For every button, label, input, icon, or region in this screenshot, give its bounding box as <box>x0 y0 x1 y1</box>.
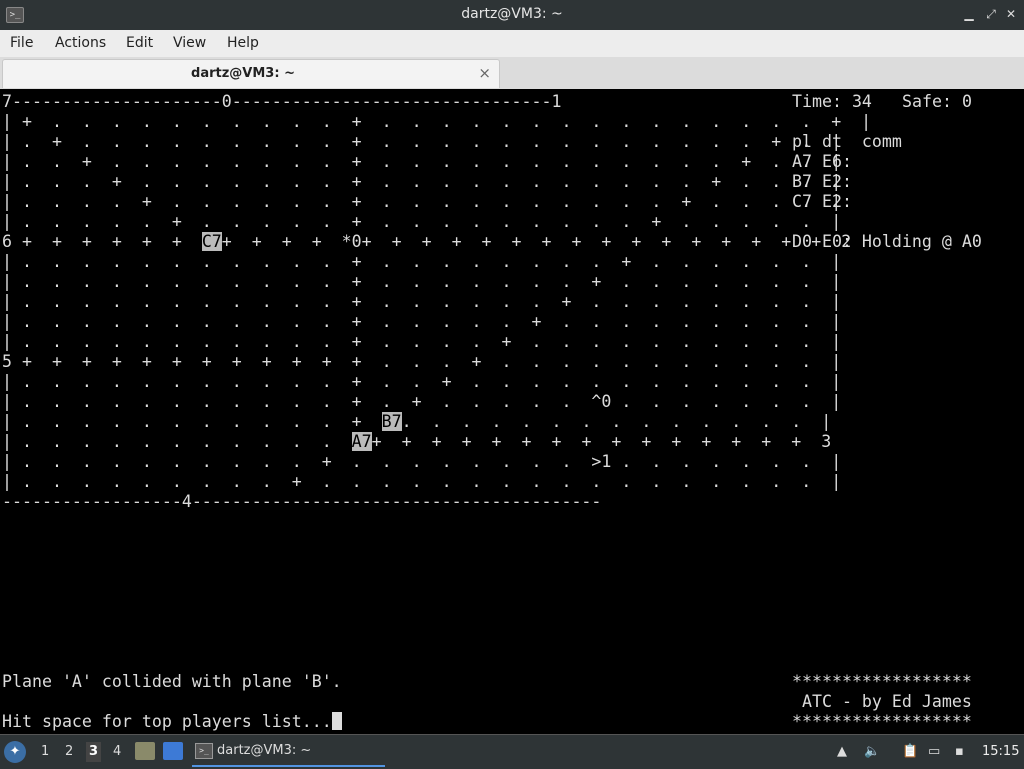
board-row: | . . . . . . . . . . . + B7. . . . . . … <box>2 412 832 431</box>
menu-file[interactable]: File <box>10 35 33 51</box>
menu-edit[interactable]: Edit <box>126 35 153 51</box>
prompt-line: Hit space for top players list... <box>2 712 342 732</box>
show-desktop-icon[interactable] <box>163 742 183 760</box>
board-row: | . . . . . . . . . . . + . . . . . . . … <box>2 252 842 271</box>
plane-marker: A7 <box>351 432 372 451</box>
board-row: 7---------------------0-----------------… <box>2 92 562 111</box>
taskbar: ✦ 1 2 3 4 >_ dartz@VM3: ~ ▲ 🔈 📋 ▭ ▪ 15:1… <box>0 734 1024 769</box>
credit-stars-top: ****************** <box>792 672 972 691</box>
menu-view[interactable]: View <box>173 35 206 51</box>
board-row: | . . . . . . . . . . . + . . . . + . . … <box>2 332 842 351</box>
clock: 15:15 <box>982 744 1020 759</box>
plane-row: C7 E2: <box>792 192 852 211</box>
maximize-icon[interactable]: ⤢ <box>984 7 998 21</box>
board-row: 5 + + + + + + + + + + + + . . . + . . . … <box>2 352 842 371</box>
board-row: | . . . + . . . . . . . + . . . . . . . … <box>2 172 842 191</box>
notification-icon[interactable]: ▪ <box>955 744 964 759</box>
board-row: | . . . . . . . . . . . + . . + . . . . … <box>2 372 842 391</box>
plane-list-header: pl dt comm <box>792 132 902 151</box>
terminal-icon: >_ <box>195 743 213 759</box>
volume-icon[interactable]: 🔈 <box>864 744 880 759</box>
clipboard-icon[interactable]: 📋 <box>902 744 918 759</box>
board-row: | . . . . . + . . . . . + . . . . . . . … <box>2 212 842 231</box>
board-row: ------------------4---------------------… <box>2 492 602 511</box>
board-row: | . . . . . . . . . . . + . + . . . . . … <box>2 392 842 411</box>
plane-row: A7 E6: <box>792 152 852 171</box>
tab-close-icon[interactable]: × <box>478 64 491 82</box>
plane-row: B7 E2: <box>792 172 852 191</box>
board-row: | . . + . . . . . . . . + . . . . . . . … <box>2 152 842 171</box>
plane-marker: C7 <box>201 232 222 251</box>
prompt-text: Hit space for top players list... <box>2 712 332 731</box>
board-row: | . + . . . . . . . . . + . . . . . . . … <box>2 132 842 151</box>
collision-message: Plane 'A' collided with plane 'B'. <box>2 672 342 691</box>
credit-text: ATC - by Ed James <box>792 692 972 711</box>
menu-actions[interactable]: Actions <box>55 35 106 51</box>
board-row: | . . . . . . . . . . . + . . . . . + . … <box>2 312 842 331</box>
board-row: | . . . . + . . . . . . + . . . . . . . … <box>2 192 842 211</box>
board-row: | . . . . . . . . . + . . . . . . . . . … <box>2 472 842 491</box>
window-title: dartz@VM3: ~ <box>461 6 563 22</box>
board-row: | + . . . . . . . . . . + . . . . . . . … <box>2 112 872 131</box>
tray-up-arrow-icon[interactable]: ▲ <box>837 744 847 759</box>
board-row: | . . . . . . . . . . . + . . . . . . + … <box>2 292 842 311</box>
credit-stars-bottom: ****************** <box>792 712 972 731</box>
start-menu-icon[interactable]: ✦ <box>4 741 26 763</box>
workspace-1[interactable]: 1 <box>41 744 49 759</box>
workspace-4[interactable]: 4 <box>113 744 121 759</box>
holding-status: D0 E0: Holding @ A0 <box>792 232 982 251</box>
network-icon[interactable]: ▭ <box>928 744 940 759</box>
window-titlebar: >_ dartz@VM3: ~ ▁ ⤢ ✕ <box>0 0 1024 30</box>
board-row: 6 + + + + + + C7+ + + + *0+ + + + + + + … <box>2 232 852 251</box>
plane-marker: B7 <box>381 412 402 431</box>
text-cursor <box>331 712 342 730</box>
menu-bar: File Actions Edit View Help <box>0 30 1024 58</box>
task-label: dartz@VM3: ~ <box>217 743 312 758</box>
file-manager-icon[interactable] <box>135 742 155 760</box>
tab-terminal[interactable]: dartz@VM3: ~ × <box>2 59 500 88</box>
workspace-2[interactable]: 2 <box>65 744 73 759</box>
terminal-area[interactable]: 7---------------------0-----------------… <box>0 90 1024 734</box>
time-label: Time: 34 <box>792 92 872 111</box>
board-row: | . . . . . . . . . . . + . . . . . . . … <box>2 272 842 291</box>
board-row: | . . . . . . . . . . + . . . . . . . . … <box>2 452 842 471</box>
close-icon[interactable]: ✕ <box>1004 7 1018 21</box>
tab-label: dartz@VM3: ~ <box>191 66 295 81</box>
safe-label: Safe: 0 <box>902 92 972 111</box>
menu-help[interactable]: Help <box>227 35 259 51</box>
taskbar-task-terminal[interactable]: >_ dartz@VM3: ~ <box>192 738 385 767</box>
tab-bar: dartz@VM3: ~ × <box>0 57 1024 89</box>
workspace-3[interactable]: 3 <box>86 742 102 762</box>
board-row: | . . . . . . . . . . . A7+ + + + + + + … <box>2 432 832 451</box>
minimize-icon[interactable]: ▁ <box>962 7 976 21</box>
